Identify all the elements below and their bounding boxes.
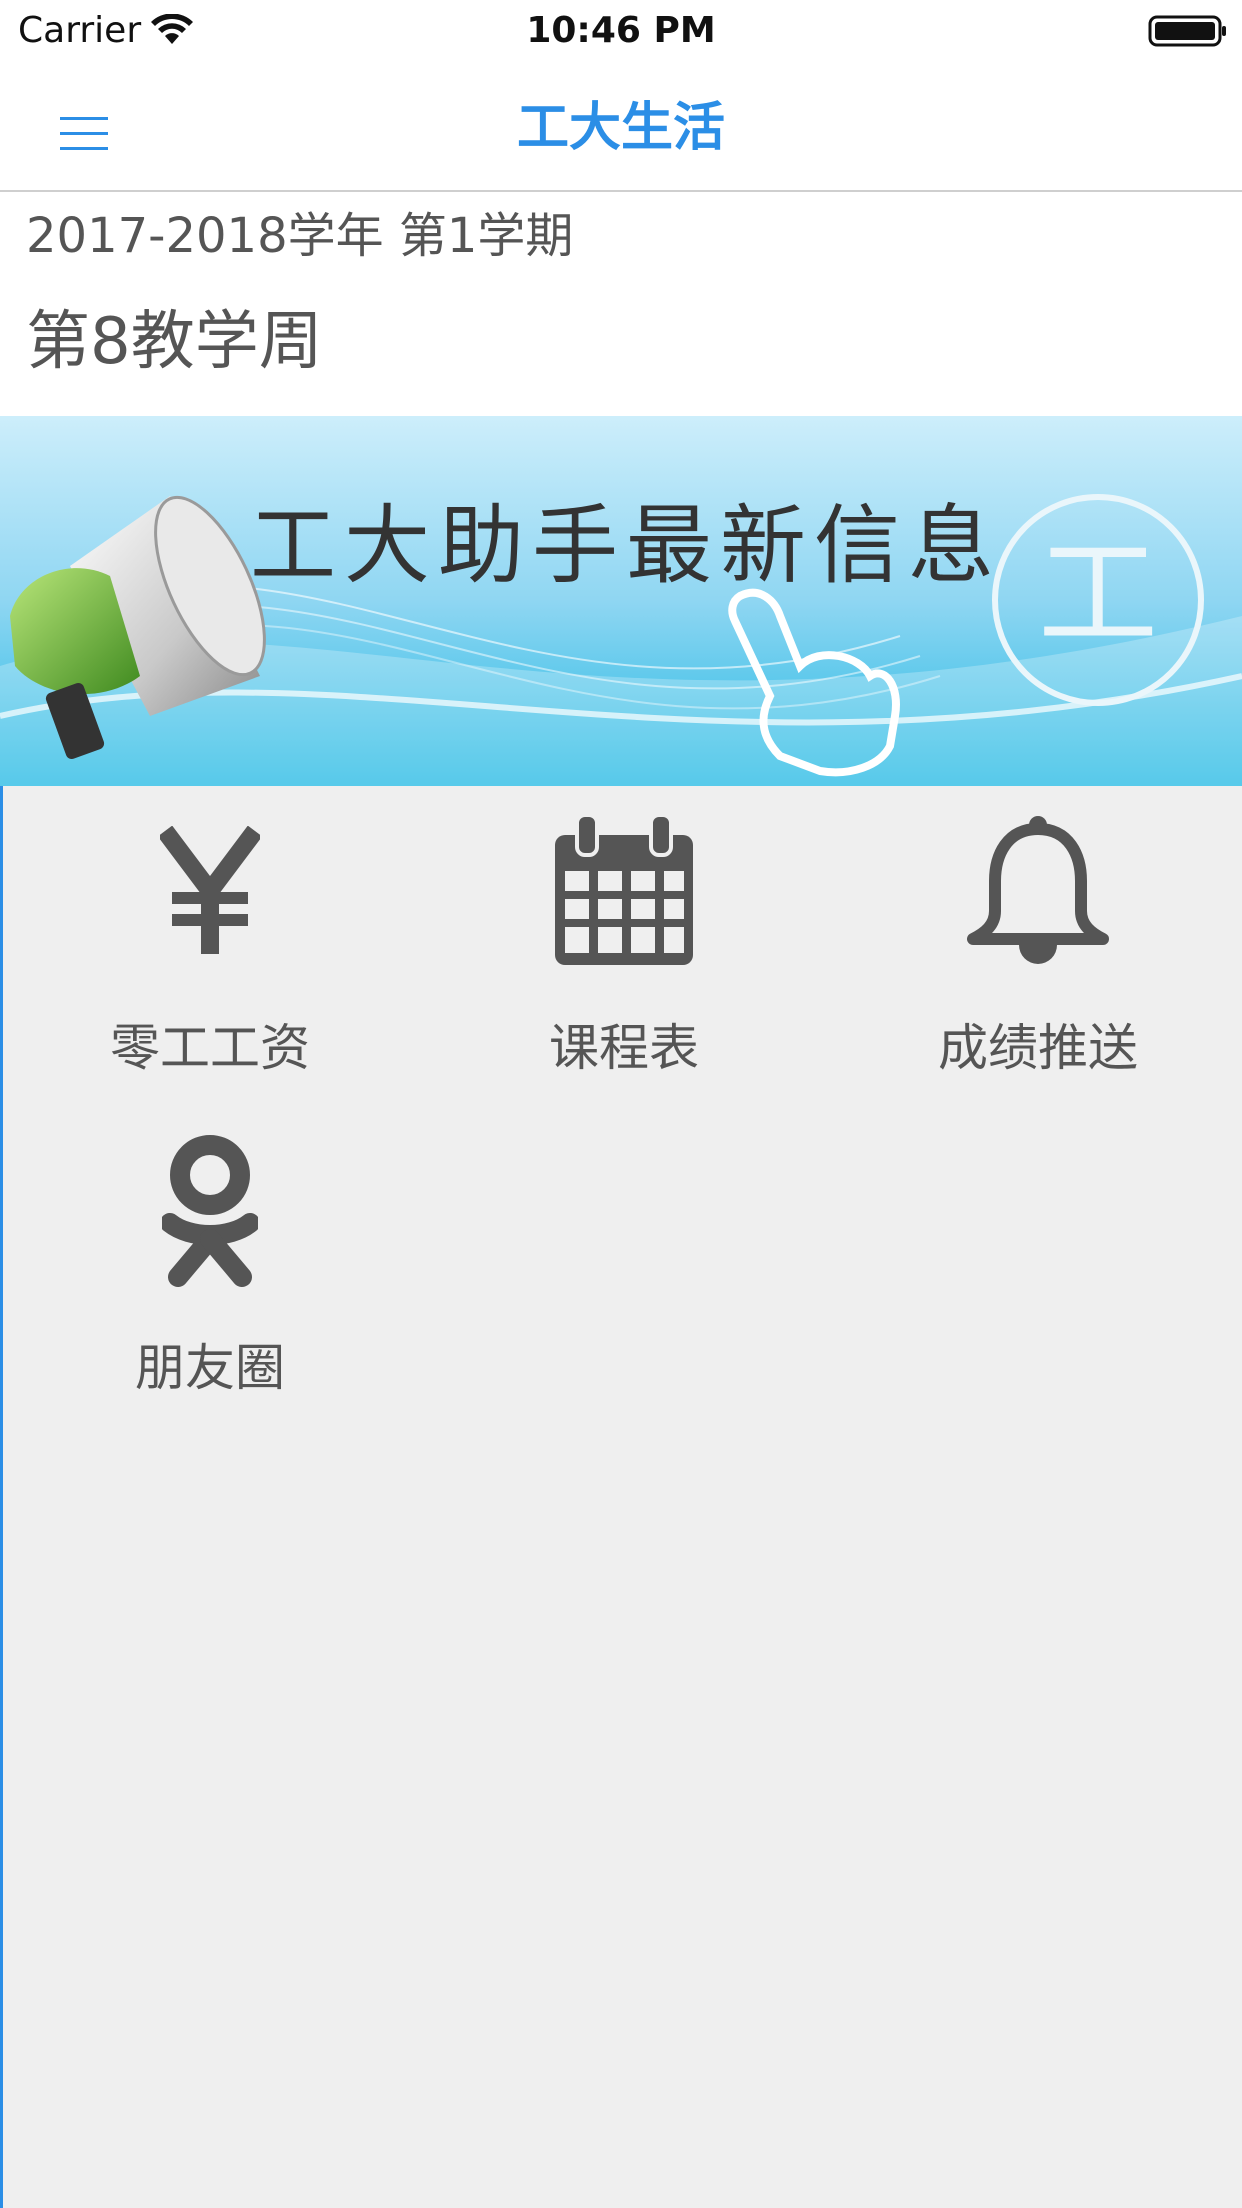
yen-icon (160, 826, 260, 954)
grid-item-label: 课程表 (549, 1019, 699, 1077)
teaching-week-label: 第8教学周 (26, 305, 323, 379)
grid-item-wage[interactable]: 零工工资 (3, 786, 417, 1106)
grid-item-label: 成绩推送 (938, 1019, 1138, 1077)
banner-caption: 工大助手最新信息 (250, 496, 1002, 596)
calendar-icon (555, 815, 693, 965)
bell-icon (967, 816, 1109, 964)
semester-label: 2017-2018学年 第1学期 (26, 208, 574, 264)
odnoklassniki-icon (162, 1135, 258, 1287)
status-bar: Carrier 10:46 PM (0, 0, 1242, 62)
battery-icon (1148, 15, 1226, 47)
page-title: 工大生活 (516, 98, 725, 158)
term-info: 2017-2018学年 第1学期 第8教学周 (0, 192, 1242, 416)
grid-item-grade-push[interactable]: 成绩推送 (831, 786, 1242, 1106)
status-time: 10:46 PM (526, 10, 716, 51)
function-grid: 零工工资 课程表 成绩推送 朋友圈 (0, 786, 1242, 2208)
grid-item-moments[interactable]: 朋友圈 (3, 1106, 417, 1426)
school-badge-glyph: 工 (1038, 525, 1158, 664)
navigation-bar: 工大生活 (0, 62, 1242, 192)
grid-item-label: 零工工资 (110, 1019, 310, 1077)
news-banner[interactable]: 工大助手最新信息 工 (0, 416, 1242, 786)
grid-item-label: 朋友圈 (135, 1339, 285, 1397)
grid-item-timetable[interactable]: 课程表 (417, 786, 831, 1106)
